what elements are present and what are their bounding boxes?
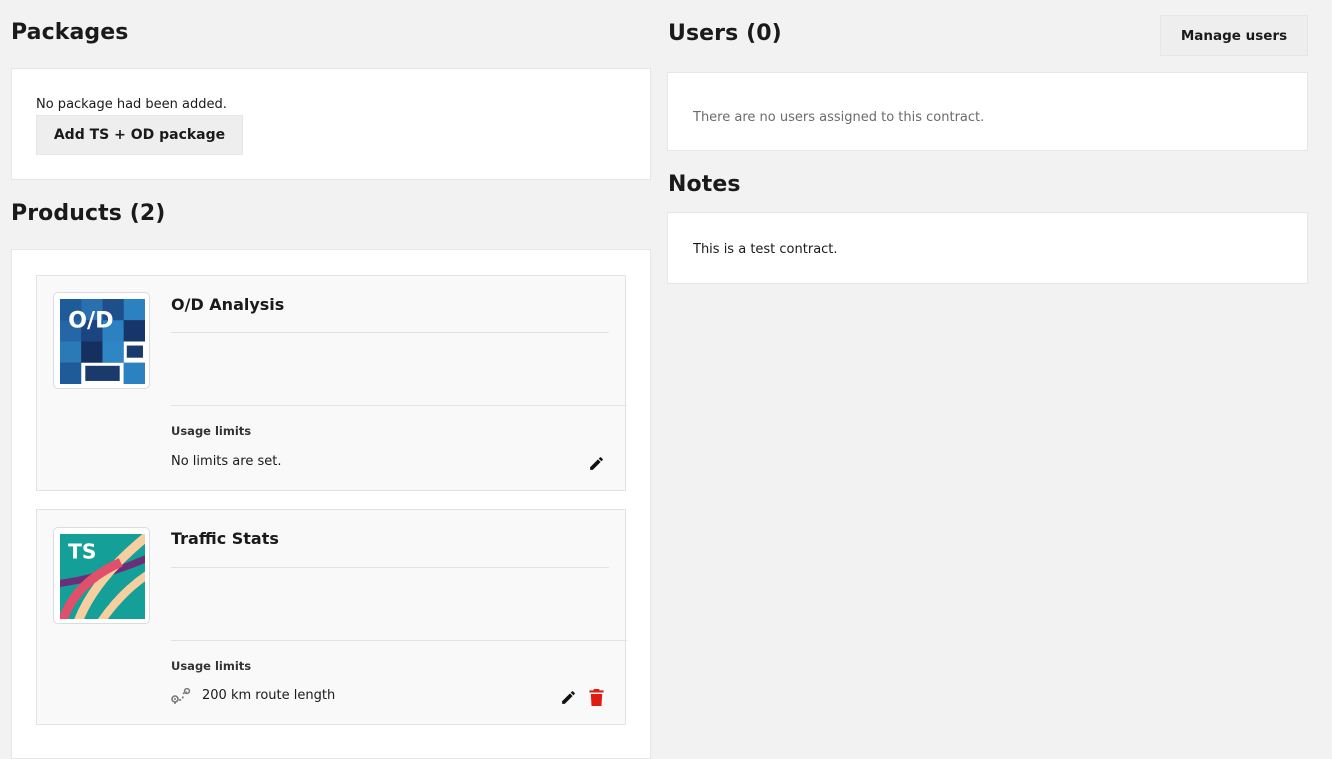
product-divider — [171, 640, 627, 641]
notes-title: Notes — [668, 172, 741, 197]
od-analysis-logo: O/D — [53, 292, 150, 389]
od-logo-text: O/D — [68, 307, 114, 333]
usage-limits-text: 200 km route length — [202, 688, 336, 703]
edit-limits-button[interactable] — [556, 685, 580, 709]
pencil-icon — [561, 690, 575, 704]
product-divider — [171, 405, 627, 406]
manage-users-button[interactable]: Manage users — [1160, 15, 1308, 56]
users-panel: There are no users assigned to this cont… — [667, 72, 1308, 151]
pencil-icon — [589, 456, 603, 470]
add-package-button[interactable]: Add TS + OD package — [36, 115, 243, 155]
packages-panel: No package had been added. Add TS + OD p… — [11, 68, 651, 180]
usage-limits-text: No limits are set. — [171, 454, 282, 469]
users-title: Users (0) — [668, 21, 782, 46]
usage-limits-label: Usage limits — [171, 659, 252, 673]
traffic-stats-logo-icon: TS — [60, 534, 145, 619]
notes-panel: This is a test contract. — [667, 212, 1308, 284]
packages-title: Packages — [11, 20, 129, 45]
users-empty-text: There are no users assigned to this cont… — [693, 110, 985, 125]
product-divider — [171, 332, 609, 333]
ts-logo-text: TS — [68, 539, 96, 563]
product-card-traffic-stats: TS Traffic Stats Usage limits 200 km rou… — [36, 509, 627, 725]
edit-limits-button[interactable] — [584, 451, 608, 475]
products-panel: O/D O/D Analysis Usage limits No limits … — [11, 249, 651, 759]
usage-limits-label: Usage limits — [171, 424, 252, 438]
od-analysis-logo-icon: O/D — [60, 299, 145, 384]
trash-icon — [588, 688, 604, 706]
product-card-od-analysis: O/D O/D Analysis Usage limits No limits … — [36, 275, 627, 491]
packages-empty-text: No package had been added. — [36, 97, 227, 112]
product-divider — [171, 567, 609, 568]
route-icon — [171, 687, 193, 705]
product-name-traffic-stats: Traffic Stats — [171, 529, 279, 548]
notes-text: This is a test contract. — [693, 242, 838, 257]
product-name-od-analysis: O/D Analysis — [171, 295, 285, 314]
products-title: Products (2) — [11, 201, 166, 226]
traffic-stats-logo: TS — [53, 527, 150, 624]
delete-product-button[interactable] — [584, 685, 608, 709]
